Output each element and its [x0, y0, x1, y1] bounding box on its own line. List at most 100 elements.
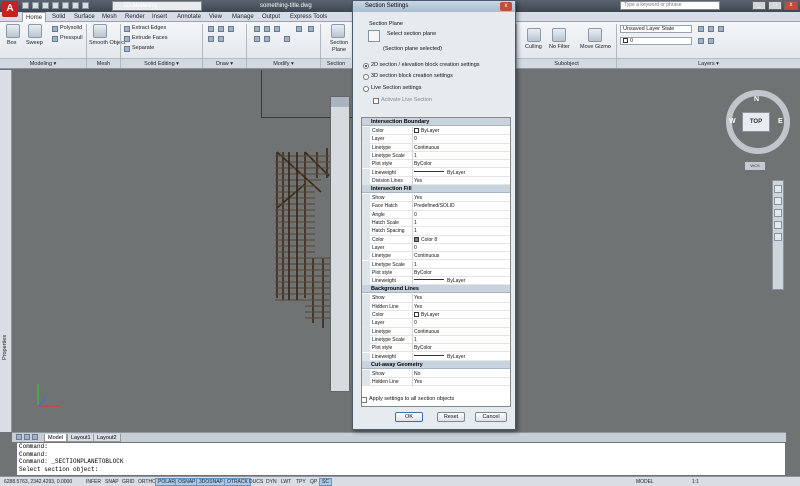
undo-icon[interactable]	[72, 2, 79, 9]
infer-toggle[interactable]: INFER	[84, 478, 103, 486]
grid-row-value[interactable]: Continuous	[414, 328, 439, 336]
select-section-plane-label[interactable]: Select section plane	[387, 31, 436, 38]
radio-2d-section[interactable]	[363, 63, 369, 69]
panel-title-draw[interactable]: Draw ▾	[203, 58, 246, 68]
dialog-title[interactable]: Section Settings	[353, 1, 515, 12]
tab-express-tools[interactable]: Express Tools	[290, 12, 327, 22]
sweep-icon[interactable]	[28, 24, 42, 38]
grid-category[interactable]: Intersection Fill	[362, 185, 510, 194]
grid-row[interactable]: Linetype Scale 1	[362, 260, 510, 269]
radio-3d-section[interactable]	[363, 74, 369, 80]
section-plane-icon[interactable]	[331, 24, 345, 38]
background-palette-window[interactable]	[330, 96, 350, 392]
ducs-toggle[interactable]: DUCS	[247, 478, 265, 486]
tab-home[interactable]: Home	[22, 12, 47, 22]
separate-button[interactable]: Separate	[132, 45, 154, 52]
sweep-button[interactable]: Sweep	[26, 40, 43, 47]
grid-row-value[interactable]: 1	[414, 219, 417, 227]
polyline-icon[interactable]	[218, 26, 224, 32]
model-space-toggle[interactable]: MODEL	[634, 478, 656, 486]
coordinates-readout[interactable]: 6288.5763, 2342.4293, 0.0000	[2, 478, 74, 486]
arc-icon[interactable]	[208, 36, 214, 42]
line-icon[interactable]	[208, 26, 214, 32]
grid-row[interactable]: Division Lines Yes	[362, 176, 510, 186]
grid-row[interactable]: Linetype Continuous	[362, 143, 510, 152]
grid-row-value[interactable]: ByLayer	[414, 353, 465, 361]
panel-title-mesh[interactable]: Mesh	[87, 58, 120, 68]
culling-icon[interactable]	[527, 28, 541, 42]
grid-row-value[interactable]: Yes	[414, 378, 422, 386]
grid-row[interactable]: Plot style ByColor	[362, 160, 510, 169]
prev-layout-icon[interactable]	[24, 434, 30, 440]
apply-all-label[interactable]: Apply settings to all section objects	[369, 396, 454, 403]
grid-row-value[interactable]: Yes	[414, 177, 422, 185]
cancel-button[interactable]: Cancel	[475, 412, 507, 422]
grid-row[interactable]: Face Hatch Predefined/SOLID	[362, 202, 510, 211]
radio-live-section[interactable]	[363, 86, 369, 92]
grid-row[interactable]: Hatch Scale 1	[362, 219, 510, 228]
tab-model[interactable]: Model	[44, 434, 67, 442]
grid-category[interactable]: Background Lines	[362, 285, 510, 294]
move-gizmo-button[interactable]: Move Gizmo	[580, 44, 611, 51]
orbit-icon[interactable]	[774, 221, 782, 229]
showmotion-icon[interactable]	[774, 233, 782, 241]
grid-category[interactable]: Cut-away Geometry	[362, 360, 510, 369]
grid-row-value[interactable]: Yes	[414, 194, 422, 202]
presspull-button[interactable]: Presspull	[60, 35, 83, 42]
tpy-toggle[interactable]: TPY	[294, 478, 308, 486]
tab-layout2[interactable]: Layout2	[93, 434, 121, 442]
minimize-button[interactable]: _	[752, 1, 766, 10]
align-icon[interactable]	[296, 26, 302, 32]
grid-toggle[interactable]: GRID	[120, 478, 137, 486]
layer-properties-icon[interactable]	[698, 26, 704, 32]
wcs-menu[interactable]: WCS	[745, 162, 765, 170]
grid-row[interactable]: Angle 0	[362, 210, 510, 219]
layer-freeze-icon[interactable]	[718, 26, 724, 32]
close-window-button[interactable]: x	[784, 1, 798, 10]
tab-manage[interactable]: Manage	[232, 12, 254, 22]
layer-off-icon[interactable]	[708, 26, 714, 32]
print-icon[interactable]	[62, 2, 69, 9]
scale-icon[interactable]	[308, 26, 314, 32]
grid-row-value[interactable]: ByLayer	[414, 127, 439, 135]
command-line[interactable]: Command: Command: Command: _SECTIONPLANE…	[16, 442, 786, 476]
tab-annotate[interactable]: Annotate	[177, 12, 201, 22]
grid-row[interactable]: Lineweight ByLayer	[362, 168, 510, 177]
grid-row-value[interactable]: 0	[414, 211, 417, 219]
grid-row[interactable]: Layer 0	[362, 243, 510, 253]
grid-row[interactable]: Plot style ByColor	[362, 344, 510, 353]
smooth-object-icon[interactable]	[93, 24, 107, 38]
tab-surface[interactable]: Surface	[74, 12, 95, 22]
annotation-scale[interactable]: 1:1	[690, 478, 701, 486]
pan-icon[interactable]	[774, 197, 782, 205]
application-menu-button[interactable]: A	[2, 1, 18, 17]
grid-row[interactable]: Show Yes	[362, 294, 510, 303]
grid-row-value[interactable]: Continuous	[414, 252, 439, 260]
tab-solid[interactable]: Solid	[52, 12, 65, 22]
tab-render[interactable]: Render	[125, 12, 145, 22]
next-layout-icon[interactable]	[32, 434, 38, 440]
save-as-icon[interactable]	[52, 2, 59, 9]
workspace-dropdown[interactable]: 3D Modeling	[112, 1, 202, 11]
grid-row[interactable]: Linetype Continuous	[362, 327, 510, 336]
move-gizmo-icon[interactable]	[588, 28, 602, 42]
section-plane-button[interactable]: Section Plane	[326, 40, 352, 54]
array-icon[interactable]	[264, 36, 270, 42]
grid-row[interactable]: Color ByLayer	[362, 311, 510, 320]
box-button[interactable]: Box	[7, 40, 16, 47]
snap-toggle[interactable]: SNAP	[103, 478, 121, 486]
grid-row-value[interactable]: 1	[414, 336, 417, 344]
grid-row-value[interactable]: ByLayer	[414, 311, 439, 319]
grid-row-value[interactable]: 1	[414, 227, 417, 235]
tab-mesh[interactable]: Mesh	[102, 12, 117, 22]
zoom-icon[interactable]	[774, 209, 782, 217]
grid-row[interactable]: Linetype Scale 1	[362, 335, 510, 345]
qp-toggle[interactable]: QP	[308, 478, 319, 486]
grid-row[interactable]: Linetype Scale 1	[362, 151, 510, 161]
save-icon[interactable]	[42, 2, 49, 9]
panel-title-subobject[interactable]: Subobject	[517, 58, 616, 68]
grid-row[interactable]: Lineweight ByLayer	[362, 352, 510, 361]
panel-title-modify[interactable]: Modify ▾	[247, 58, 320, 68]
viewcube-top-face[interactable]: TOP	[742, 112, 770, 132]
rotate-icon[interactable]	[264, 26, 270, 32]
